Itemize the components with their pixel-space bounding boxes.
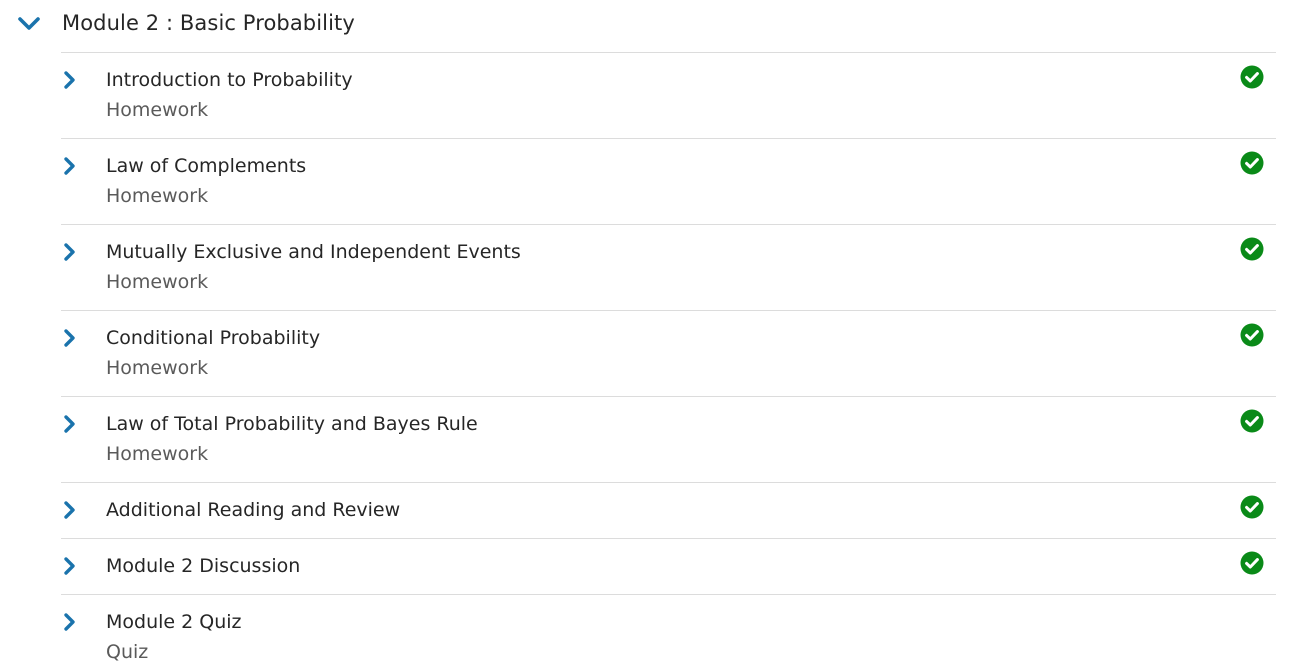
item-type: Homework bbox=[106, 99, 209, 121]
module-header[interactable]: Module 2 : Basic Probability bbox=[0, 0, 1299, 52]
check-circle-icon bbox=[1240, 323, 1264, 347]
item-title[interactable]: Law of Complements bbox=[106, 152, 306, 180]
item-title[interactable]: Module 2 Quiz bbox=[106, 608, 242, 636]
item-title[interactable]: Introduction to Probability bbox=[106, 66, 353, 94]
item-type: Homework bbox=[106, 357, 209, 379]
chevron-right-icon[interactable] bbox=[61, 326, 79, 350]
check-circle-icon bbox=[1240, 65, 1264, 89]
check-circle-icon bbox=[1240, 495, 1264, 519]
module-item[interactable]: Law of Total Probability and Bayes Rule H… bbox=[61, 396, 1276, 482]
module-item[interactable]: Law of Complements Homework bbox=[61, 138, 1276, 224]
chevron-right-icon[interactable] bbox=[61, 68, 79, 92]
module-section: Module 2 : Basic Probability Introductio… bbox=[0, 0, 1299, 667]
item-type: Quiz bbox=[106, 641, 149, 663]
module-item[interactable]: Module 2 Quiz Quiz bbox=[61, 594, 1276, 667]
chevron-right-icon[interactable] bbox=[61, 498, 79, 522]
module-title[interactable]: Module 2 : Basic Probability bbox=[62, 8, 355, 38]
item-title[interactable]: Mutually Exclusive and Independent Event… bbox=[106, 238, 521, 266]
module-item[interactable]: Conditional Probability Homework bbox=[61, 310, 1276, 396]
chevron-right-icon[interactable] bbox=[61, 412, 79, 436]
chevron-right-icon[interactable] bbox=[61, 554, 79, 578]
module-item[interactable]: Module 2 Discussion bbox=[61, 538, 1276, 594]
chevron-down-icon[interactable] bbox=[17, 12, 41, 36]
module-item[interactable]: Introduction to Probability Homework bbox=[61, 52, 1276, 138]
chevron-right-icon[interactable] bbox=[61, 154, 79, 178]
check-circle-icon bbox=[1240, 409, 1264, 433]
item-title[interactable]: Additional Reading and Review bbox=[106, 496, 400, 524]
chevron-right-icon[interactable] bbox=[61, 240, 79, 264]
item-type: Homework bbox=[106, 185, 209, 207]
item-type: Homework bbox=[106, 271, 209, 293]
check-circle-icon bbox=[1240, 151, 1264, 175]
check-circle-icon bbox=[1240, 551, 1264, 575]
item-title[interactable]: Module 2 Discussion bbox=[106, 552, 300, 580]
item-type: Homework bbox=[106, 443, 209, 465]
check-circle-icon bbox=[1240, 237, 1264, 261]
chevron-right-icon[interactable] bbox=[61, 610, 79, 634]
module-item[interactable]: Mutually Exclusive and Independent Event… bbox=[61, 224, 1276, 310]
module-item[interactable]: Additional Reading and Review bbox=[61, 482, 1276, 538]
module-items-list: Introduction to Probability Homework Law o… bbox=[61, 52, 1276, 667]
item-title[interactable]: Conditional Probability bbox=[106, 324, 320, 352]
item-title[interactable]: Law of Total Probability and Bayes Rule bbox=[106, 410, 478, 438]
